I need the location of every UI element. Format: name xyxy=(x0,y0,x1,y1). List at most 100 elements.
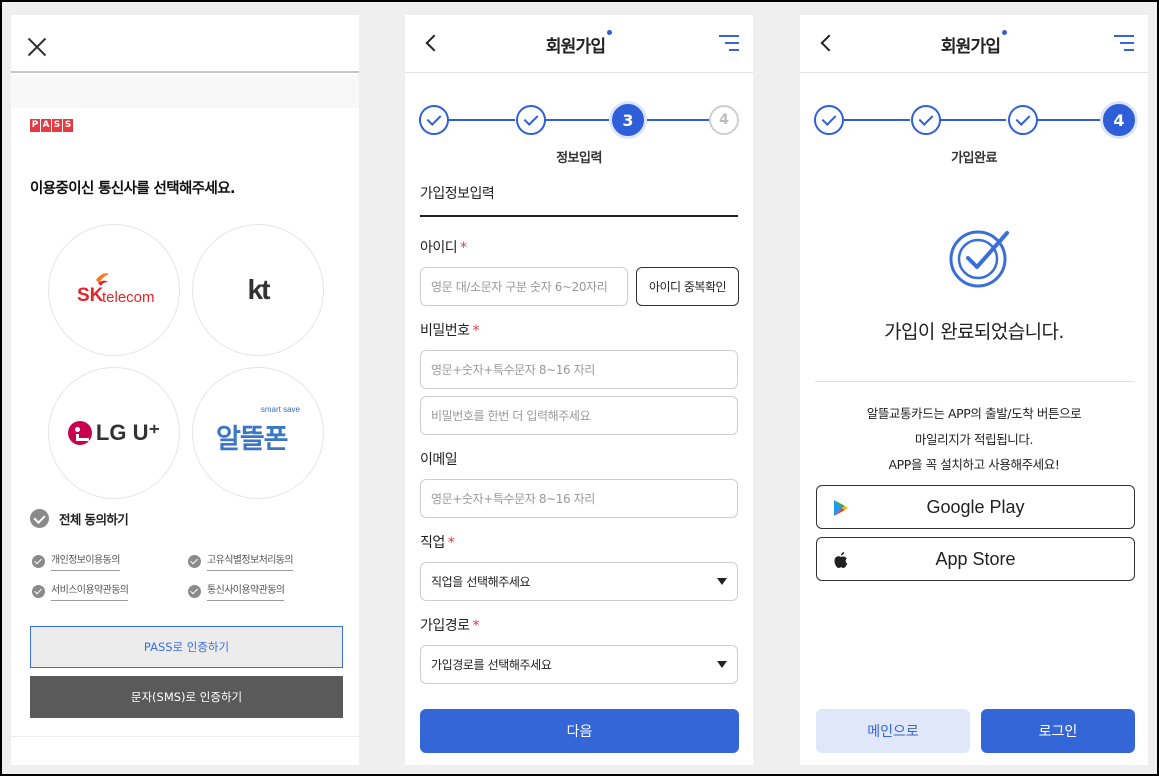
skt-logo-main: SK xyxy=(77,285,104,306)
info-line: APP을 꼭 설치하고 사용해주세요! xyxy=(888,457,1060,472)
pass-logo-letter: S xyxy=(52,119,62,132)
apple-icon xyxy=(834,552,848,568)
signup-info-panel: 회원가입 3 4 정보입력 가입정보입력 아이디 * 영문 대/소문자 구분 숫자… xyxy=(405,15,753,765)
lg-face-icon xyxy=(67,421,92,445)
job-select[interactable]: 직업을 선택해주세요 xyxy=(420,562,738,601)
mvno-logo-small: smart save xyxy=(260,405,300,414)
step-label: 정보입력 xyxy=(556,151,602,166)
agree-item-label[interactable]: 고유식별정보처리동의 xyxy=(207,551,294,571)
signup-complete-panel: 회원가입 4 가입완료 가입이 완료되었습니다. 알뜰교통카드는 APP의 출발… xyxy=(800,15,1148,765)
agree-privacy-checkbox[interactable]: 개인정보이용동의 xyxy=(32,551,120,571)
divider xyxy=(815,381,1135,382)
carrier-mvno-button[interactable]: smart save 알뜰폰 xyxy=(192,367,324,499)
required-mark: * xyxy=(472,323,480,339)
check-circle-icon xyxy=(32,554,45,568)
required-mark: * xyxy=(447,535,455,551)
step-connector xyxy=(1038,119,1104,121)
sms-auth-button[interactable]: 문자(SMS)로 인증하기 xyxy=(30,676,343,718)
complete-message: 가입이 완료되었습니다. xyxy=(884,321,1064,343)
pass-logo-letter: A xyxy=(41,119,51,132)
pass-logo: P A S S xyxy=(30,119,73,132)
menu-icon[interactable] xyxy=(1114,35,1134,51)
pass-logo-letter: P xyxy=(30,119,40,132)
password-confirm-input[interactable]: 비밀번호를 한번 더 입력해주세요 xyxy=(420,396,738,435)
required-mark: * xyxy=(460,240,467,256)
header-divider-strip xyxy=(11,75,359,108)
check-circle-icon xyxy=(30,509,49,528)
step-2-done-icon xyxy=(516,105,546,135)
step-2-done-icon xyxy=(911,105,941,135)
pass-auth-button[interactable]: PASS로 인증하기 xyxy=(30,626,343,668)
google-play-button[interactable]: Google Play xyxy=(816,485,1135,529)
agree-item-label[interactable]: 개인정보이용동의 xyxy=(51,551,120,571)
route-select-value: 가입경로를 선택해주세요 xyxy=(431,658,552,672)
carrier-kt-button[interactable]: kt xyxy=(192,224,324,356)
page-title-text: 회원가입 xyxy=(545,37,606,57)
step-3-active: 3 xyxy=(612,104,644,136)
id-input[interactable]: 영문 대/소문자 구분 숫자 6~20자리 xyxy=(420,267,628,306)
carrier-auth-panel: P A S S 이용중이신 통신사를 선택해주세요. SK telecom kt… xyxy=(11,15,359,765)
section-rule xyxy=(420,215,738,217)
agree-all-checkbox[interactable]: 전체 동의하기 xyxy=(30,509,129,528)
title-dot-icon xyxy=(607,30,613,35)
section-title: 가입정보입력 xyxy=(420,186,495,202)
step-connector xyxy=(844,119,910,121)
go-main-button[interactable]: 메인으로 xyxy=(816,709,970,753)
step-4-active: 4 xyxy=(1103,104,1135,136)
job-select-value: 직업을 선택해주세요 xyxy=(431,575,531,589)
step-1-done-icon xyxy=(814,105,844,135)
id-label: 아이디 * xyxy=(420,237,467,257)
job-label: 직업 * xyxy=(420,532,455,552)
close-icon[interactable] xyxy=(27,37,47,57)
check-circle-icon xyxy=(188,584,201,598)
lgu-logo-text: LG U⁺ xyxy=(95,420,161,445)
step-3-done-icon xyxy=(1008,105,1038,135)
signup-stepper: 3 4 xyxy=(419,103,739,137)
carrier-select-title: 이용중이신 통신사를 선택해주세요. xyxy=(30,181,236,197)
agree-item-label[interactable]: 서비스이용약관동의 xyxy=(51,581,129,601)
carrier-skt-button[interactable]: SK telecom xyxy=(48,224,180,356)
auth-header xyxy=(11,15,359,73)
kt-logo: kt xyxy=(247,274,271,305)
password-label: 비밀번호 * xyxy=(420,320,479,340)
email-input[interactable]: 영문+숫자+특수문자 8~16 자리 xyxy=(420,479,738,518)
pass-logo-letter: S xyxy=(63,119,73,132)
skt-logo-sub: telecom xyxy=(102,289,155,306)
dropdown-arrow-icon xyxy=(717,661,727,668)
app-store-button[interactable]: App Store xyxy=(816,537,1135,581)
agree-service-terms-checkbox[interactable]: 서비스이용약관동의 xyxy=(32,581,129,601)
mvno-logo: smart save 알뜰폰 xyxy=(208,403,308,463)
password-label-text: 비밀번호 xyxy=(420,323,470,339)
step-connector xyxy=(545,119,611,121)
info-line: 마일리지가 적립됩니다. xyxy=(914,432,1034,447)
page-title: 회원가입 xyxy=(405,30,753,57)
step-4-pending: 4 xyxy=(709,105,739,135)
check-circle-icon xyxy=(188,554,201,568)
app-store-label: App Store xyxy=(935,548,1016,569)
route-select[interactable]: 가입경로를 선택해주세요 xyxy=(420,645,738,684)
title-dot-icon xyxy=(1002,30,1008,35)
step-1-done-icon xyxy=(419,105,449,135)
signup-stepper: 4 xyxy=(814,103,1135,137)
step-connector xyxy=(940,119,1006,121)
info-line: 알뜰교통카드는 APP의 출발/도착 버튼으로 xyxy=(866,406,1082,421)
route-label-text: 가입경로 xyxy=(420,618,470,634)
agree-carrier-terms-checkbox[interactable]: 통신사이용약관동의 xyxy=(188,581,285,601)
agree-item-label[interactable]: 통신사이용약관동의 xyxy=(207,581,285,601)
agree-all-label: 전체 동의하기 xyxy=(59,512,129,527)
password-input[interactable]: 영문+숫자+특수문자 8~16 자리 xyxy=(420,350,738,389)
id-label-text: 아이디 xyxy=(420,240,458,256)
dropdown-arrow-icon xyxy=(717,578,727,585)
google-play-label: Google Play xyxy=(926,496,1025,517)
page-title-text: 회원가입 xyxy=(940,37,1001,57)
mvno-logo-text: 알뜰폰 xyxy=(216,424,289,455)
menu-icon[interactable] xyxy=(719,35,739,51)
next-button[interactable]: 다음 xyxy=(420,709,739,753)
login-button[interactable]: 로그인 xyxy=(981,709,1135,753)
google-play-icon xyxy=(834,500,848,516)
carrier-lgu-button[interactable]: LG U⁺ xyxy=(48,367,180,499)
agree-unique-id-checkbox[interactable]: 고유식별정보처리동의 xyxy=(188,551,294,571)
complete-check-icon xyxy=(949,230,1009,288)
id-duplicate-check-button[interactable]: 아이디 중복확인 xyxy=(636,267,739,306)
screenshot-frame: P A S S 이용중이신 통신사를 선택해주세요. SK telecom kt… xyxy=(2,2,1157,774)
